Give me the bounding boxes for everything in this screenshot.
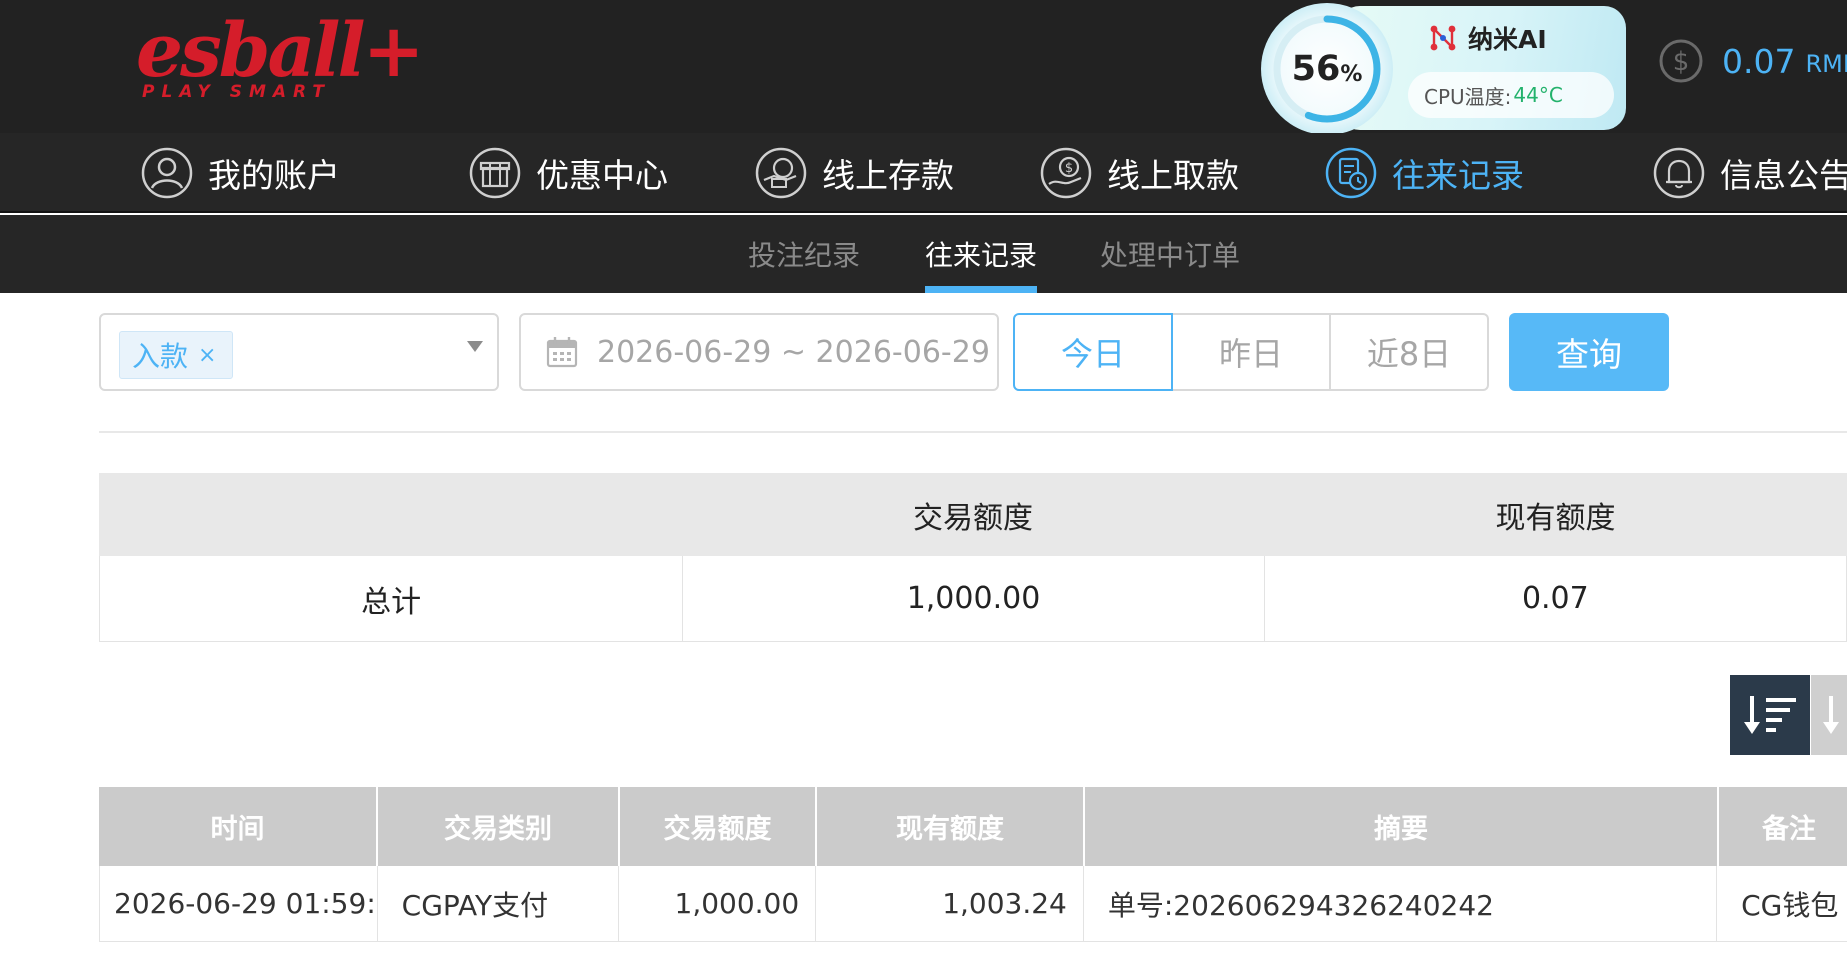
transaction-type-select[interactable]: 入款 × bbox=[99, 313, 499, 391]
nav-label: 优惠中心 bbox=[536, 156, 668, 195]
query-button[interactable]: 查询 bbox=[1509, 313, 1669, 391]
nav-item-online-deposit[interactable]: 线上存款 bbox=[754, 145, 954, 201]
user-icon bbox=[141, 147, 193, 199]
summary-cell: 0.07 bbox=[1263, 556, 1846, 641]
summary-cell: 总计 bbox=[361, 584, 422, 620]
summary-header-row: 交易额度 现有额度 bbox=[99, 473, 1847, 556]
chevron-down-icon bbox=[467, 341, 483, 352]
nav-item-promotions[interactable]: 优惠中心 bbox=[468, 145, 668, 201]
today-button[interactable]: 今日 bbox=[1013, 313, 1173, 391]
sub-nav: 投注纪录 往来记录 处理中订单 bbox=[0, 215, 1847, 293]
cell-type: CGPAY支付 bbox=[376, 866, 619, 941]
nav-item-transaction-records[interactable]: 往来记录 bbox=[1324, 145, 1524, 201]
account-balance[interactable]: $ 0.07 RMB bbox=[1658, 38, 1847, 84]
logo-tagline: PLAY SMART bbox=[142, 82, 331, 102]
ai-brand-name: 纳米AI bbox=[1468, 25, 1547, 54]
nav-label: 信息公告 bbox=[1720, 156, 1847, 195]
top-header: esball+ PLAY SMART 56% 纳米AI CPU温度: 44°C … bbox=[0, 0, 1847, 135]
date-range-picker[interactable]: 2026-06-29 ~ 2026-06-29 bbox=[519, 313, 999, 391]
cell-summary: 单号:202606294326240242 bbox=[1082, 866, 1716, 941]
divider bbox=[99, 431, 1847, 433]
nav-label: 我的账户 bbox=[208, 156, 340, 195]
tab-transaction-records[interactable]: 往来记录 bbox=[925, 215, 1037, 293]
nav-item-my-account[interactable]: 我的账户 bbox=[140, 145, 340, 201]
yesterday-button[interactable]: 昨日 bbox=[1173, 313, 1331, 391]
records-icon bbox=[1325, 147, 1377, 199]
cpu-usage-unit: % bbox=[1340, 61, 1363, 87]
cpu-temp-value: 44°C bbox=[1513, 83, 1563, 107]
type-tag-label: 入款 bbox=[132, 340, 189, 373]
nav-label: 线上取款 bbox=[1107, 156, 1239, 195]
column-header-type: 交易类别 bbox=[376, 787, 618, 866]
summary-header-cell bbox=[99, 473, 682, 556]
column-header-summary: 摘要 bbox=[1083, 787, 1717, 866]
cell-balance: 1,003.24 bbox=[815, 866, 1083, 941]
bell-icon bbox=[1653, 147, 1705, 199]
nano-ai-logo-icon bbox=[1430, 25, 1456, 51]
type-filter-tag: 入款 × bbox=[119, 331, 234, 379]
nav-item-online-withdraw[interactable]: $ 线上取款 bbox=[1039, 145, 1239, 201]
cell-amount: 1,000.00 bbox=[618, 866, 815, 941]
tag-close-icon[interactable]: × bbox=[198, 343, 216, 368]
withdraw-icon: $ bbox=[1040, 147, 1092, 199]
active-tab-indicator bbox=[925, 286, 1037, 293]
cell-time: 2026-06-29 01:59:28 bbox=[114, 887, 377, 920]
svg-text:$: $ bbox=[1065, 161, 1073, 176]
nav-label: 线上存款 bbox=[822, 156, 954, 195]
cpu-usage-readout: 56% bbox=[1258, 0, 1396, 138]
column-header-balance: 现有额度 bbox=[815, 787, 1083, 866]
summary-cell: 1,000.00 bbox=[682, 556, 1263, 641]
sort-descending-icon bbox=[1744, 696, 1796, 734]
summary-header-cell: 现有额度 bbox=[1495, 500, 1616, 536]
summary-table: 交易额度 现有额度 总计 1,000.00 0.07 bbox=[99, 473, 1847, 642]
cpu-temperature-pill: CPU温度: 44°C bbox=[1408, 72, 1614, 118]
cpu-temp-label: CPU温度: bbox=[1424, 84, 1512, 109]
nav-item-announcements[interactable]: 信息公告 bbox=[1652, 145, 1847, 201]
table-row: 2026-06-29 01:59:28 CGPAY支付 1,000.00 1,0… bbox=[99, 866, 1847, 942]
sort-descending-button[interactable] bbox=[1730, 675, 1810, 755]
nano-ai-widget[interactable]: 56% 纳米AI CPU温度: 44°C bbox=[1258, 0, 1628, 138]
nav-label: 往来记录 bbox=[1392, 156, 1524, 195]
quick-range-group: 今日 昨日 近8日 bbox=[1013, 313, 1489, 391]
balance-amount: 0.07 bbox=[1722, 41, 1796, 81]
records-header-row: 时间 交易类别 交易额度 现有额度 摘要 备注 bbox=[99, 787, 1847, 866]
records-table: 时间 交易类别 交易额度 现有额度 摘要 备注 2026-06-29 01:59… bbox=[99, 787, 1847, 942]
dollar-circle-icon: $ bbox=[1659, 39, 1703, 83]
gift-icon bbox=[469, 147, 521, 199]
sort-ascending-icon bbox=[1823, 696, 1839, 734]
tab-pending-orders[interactable]: 处理中订单 bbox=[1100, 215, 1240, 293]
summary-header-cell: 交易额度 bbox=[912, 500, 1033, 536]
calendar-icon bbox=[546, 337, 578, 368]
balance-unit: RMB bbox=[1805, 50, 1847, 78]
column-header-time: 时间 bbox=[210, 814, 265, 845]
column-header-amount: 交易额度 bbox=[618, 787, 815, 866]
deposit-icon bbox=[755, 147, 807, 199]
svg-text:$: $ bbox=[1673, 47, 1690, 77]
last-8-days-button[interactable]: 近8日 bbox=[1331, 313, 1489, 391]
logo-wordmark: esball+ bbox=[136, 8, 425, 94]
cpu-usage-percent: 56 bbox=[1291, 49, 1341, 89]
esball-logo[interactable]: esball+ PLAY SMART bbox=[136, 14, 425, 106]
tab-bet-records[interactable]: 投注纪录 bbox=[748, 215, 860, 293]
cell-remark: CG钱包 bbox=[1716, 866, 1847, 941]
date-range-value: 2026-06-29 ~ 2026-06-29 bbox=[597, 334, 990, 370]
sort-ascending-button[interactable] bbox=[1811, 675, 1847, 755]
ai-brand: 纳米AI bbox=[1428, 20, 1547, 56]
summary-total-row: 总计 1,000.00 0.07 bbox=[99, 556, 1847, 642]
main-nav: 我的账户 优惠中心 线上存款 $ 线上取款 往来记录 信息公告 bbox=[0, 133, 1847, 213]
column-header-remark: 备注 bbox=[1717, 787, 1847, 866]
